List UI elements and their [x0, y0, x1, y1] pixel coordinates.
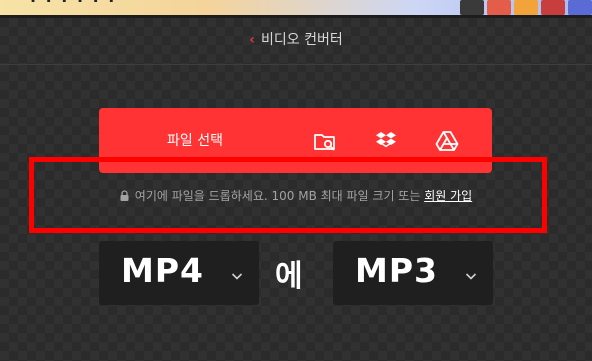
folder-search-icon[interactable]: [312, 128, 338, 154]
google-drive-icon[interactable]: [434, 128, 460, 154]
top-divider: [0, 15, 592, 18]
page-title: 비디오 컨버터: [261, 32, 343, 48]
lock-icon: [120, 190, 129, 204]
header-divider: [0, 64, 592, 65]
file-upload-bar[interactable]: 파일 선택: [99, 108, 492, 173]
drop-hint: 여기에 파일을 드롭하세요. 100 MB 최대 파일 크기 또는 회원 가입: [0, 187, 592, 204]
source-format-value: MP4: [121, 251, 204, 290]
target-format-value: MP3: [355, 251, 438, 290]
source-format-select[interactable]: MP4: [99, 241, 259, 305]
banner-thumb: [487, 0, 511, 15]
target-format-select[interactable]: MP3: [333, 241, 493, 305]
dropbox-icon[interactable]: [373, 128, 399, 154]
chevron-down-icon: [465, 267, 477, 280]
banner-thumb: [568, 0, 592, 15]
banner-thumb: [460, 0, 484, 15]
chevron-down-icon: [231, 267, 243, 280]
signup-link[interactable]: 회원 가입: [424, 189, 472, 203]
breadcrumb[interactable]: ‹ 비디오 컨버터: [0, 28, 592, 52]
connector-label: 에: [275, 259, 303, 294]
banner-text: · · · · · ·: [30, 0, 117, 10]
banner-thumb: [541, 0, 565, 15]
drop-hint-text: 여기에 파일을 드롭하세요. 100 MB 최대 파일 크기 또는: [134, 189, 421, 203]
banner-thumbnails: [460, 0, 592, 15]
banner-thumb: [514, 0, 538, 15]
promo-banner[interactable]: · · · · · ·: [0, 0, 592, 15]
chevron-left-icon[interactable]: ‹: [249, 32, 255, 48]
choose-file-button[interactable]: 파일 선택: [167, 130, 223, 150]
